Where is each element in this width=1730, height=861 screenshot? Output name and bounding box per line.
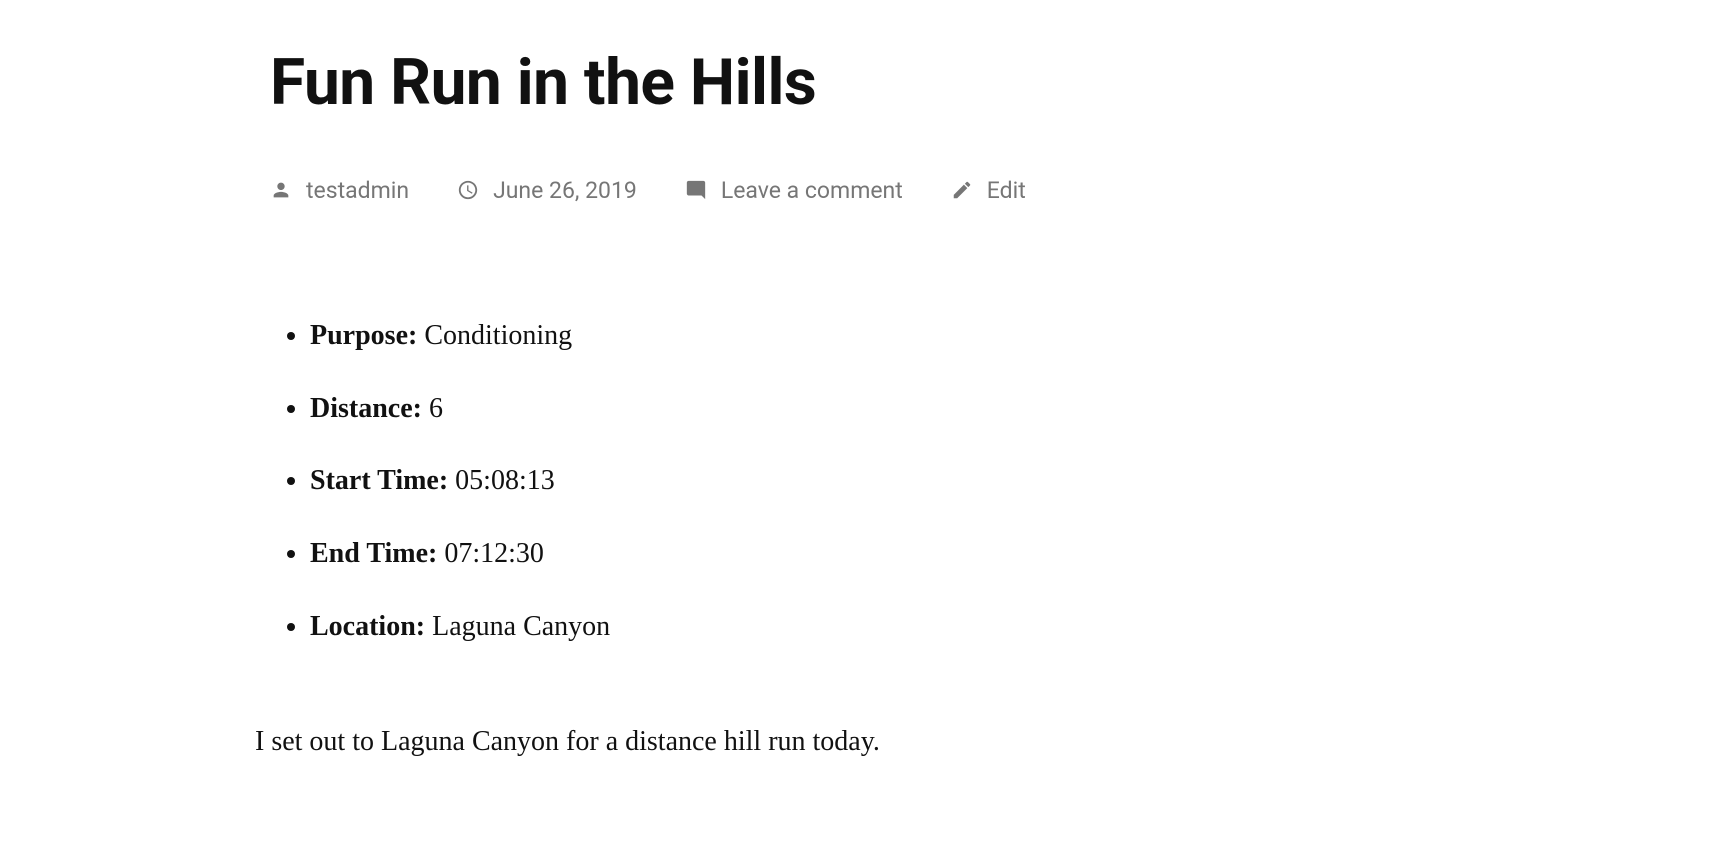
list-item: Purpose: Conditioning	[310, 314, 1200, 359]
pencil-icon	[951, 179, 973, 201]
edit-meta: Edit	[951, 177, 1026, 204]
author-link[interactable]: testadmin	[306, 177, 409, 204]
comment-icon	[685, 179, 707, 201]
author-meta: testadmin	[270, 177, 409, 204]
post-content: Purpose: Conditioning Distance: 6 Start …	[270, 314, 1200, 765]
leave-comment-link[interactable]: Leave a comment	[721, 177, 903, 204]
comments-meta: Leave a comment	[685, 177, 903, 204]
detail-value: 6	[429, 393, 443, 424]
person-icon	[270, 179, 292, 201]
detail-label: Purpose:	[310, 320, 417, 351]
list-item: Distance: 6	[310, 387, 1200, 432]
date-link[interactable]: June 26, 2019	[493, 177, 637, 204]
list-item: Location: Laguna Canyon	[310, 605, 1200, 650]
details-list: Purpose: Conditioning Distance: 6 Start …	[270, 314, 1200, 650]
post-meta-row: testadmin June 26, 2019 Leave a comment …	[270, 177, 1200, 204]
edit-link[interactable]: Edit	[987, 177, 1026, 204]
detail-value: 07:12:30	[444, 538, 544, 569]
post-title: Fun Run in the Hills	[270, 45, 1200, 122]
detail-value: Laguna Canyon	[432, 611, 610, 642]
clock-icon	[457, 179, 479, 201]
detail-value: Conditioning	[424, 320, 572, 351]
detail-label: End Time:	[310, 538, 437, 569]
detail-label: Location:	[310, 611, 425, 642]
list-item: End Time: 07:12:30	[310, 532, 1200, 577]
detail-label: Start Time:	[310, 465, 448, 496]
detail-value: 05:08:13	[455, 465, 555, 496]
list-item: Start Time: 05:08:13	[310, 459, 1200, 504]
detail-label: Distance:	[310, 393, 422, 424]
date-meta: June 26, 2019	[457, 177, 637, 204]
body-paragraph: I set out to Laguna Canyon for a distanc…	[255, 720, 1200, 765]
